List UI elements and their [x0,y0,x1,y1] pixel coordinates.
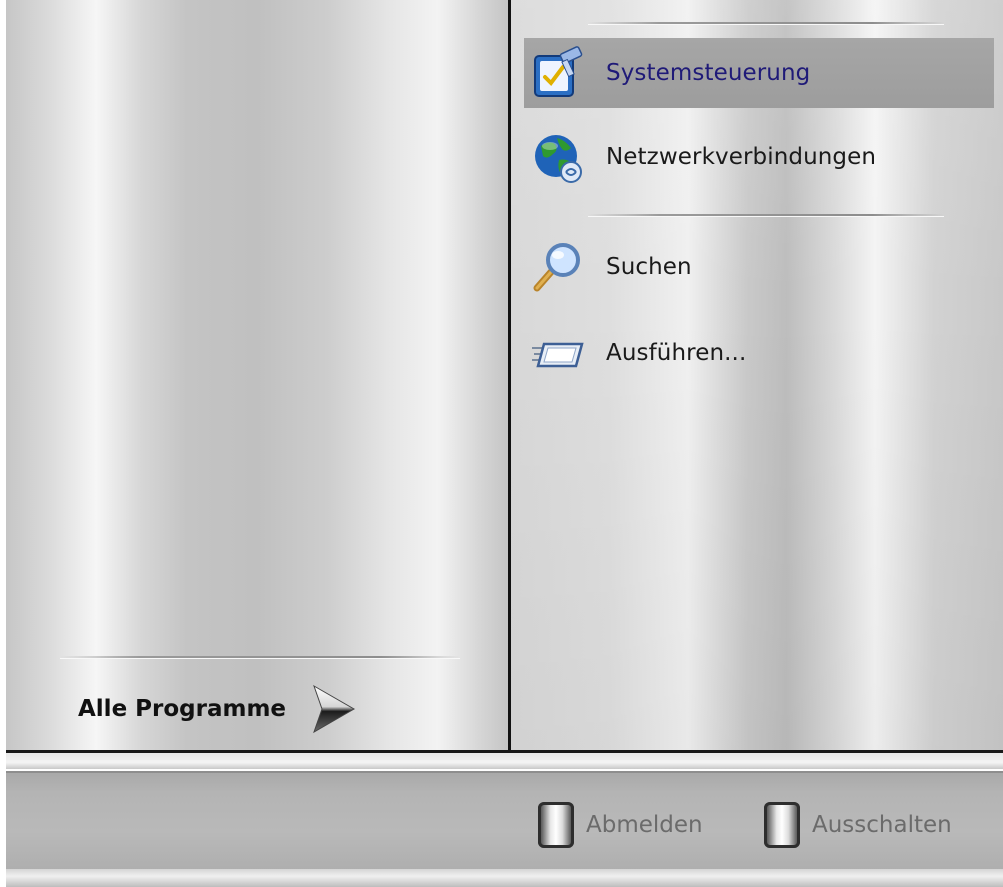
menu-item-label: Systemsteuerung [606,60,811,86]
network-globe-icon [530,129,586,185]
menu-item-label: Suchen [606,254,692,280]
logoff-label: Abmelden [586,812,703,838]
separator-left-bottom [60,656,460,658]
menu-item-label: Netzwerkverbindungen [606,144,877,170]
separator-middle [588,214,944,216]
shutdown-button[interactable]: Ausschalten [764,800,952,850]
control-panel-icon [530,45,586,101]
run-icon [530,325,586,381]
all-programs-label: Alle Programme [78,696,287,722]
menu-item-label: Ausführen... [606,340,747,366]
separator-top [588,22,944,24]
shutdown-label: Ausschalten [812,812,952,838]
logoff-button[interactable]: Abmelden [538,800,703,850]
arrow-right-icon [310,682,356,736]
menu-item-suchen[interactable]: Suchen [524,232,994,302]
all-programs-button[interactable]: Alle Programme [78,682,356,736]
search-magnifier-icon [530,239,586,295]
menu-item-netzwerkverbindungen[interactable]: Netzwerkverbindungen [524,122,994,192]
logoff-icon [538,802,574,848]
menu-item-systemsteuerung[interactable]: Systemsteuerung [524,38,994,108]
power-icon [764,802,800,848]
left-panel [6,0,508,750]
footer-top-strip [6,753,1003,769]
footer-bottom-strip [6,869,1003,887]
menu-item-ausfuehren[interactable]: Ausführen... [524,318,994,388]
